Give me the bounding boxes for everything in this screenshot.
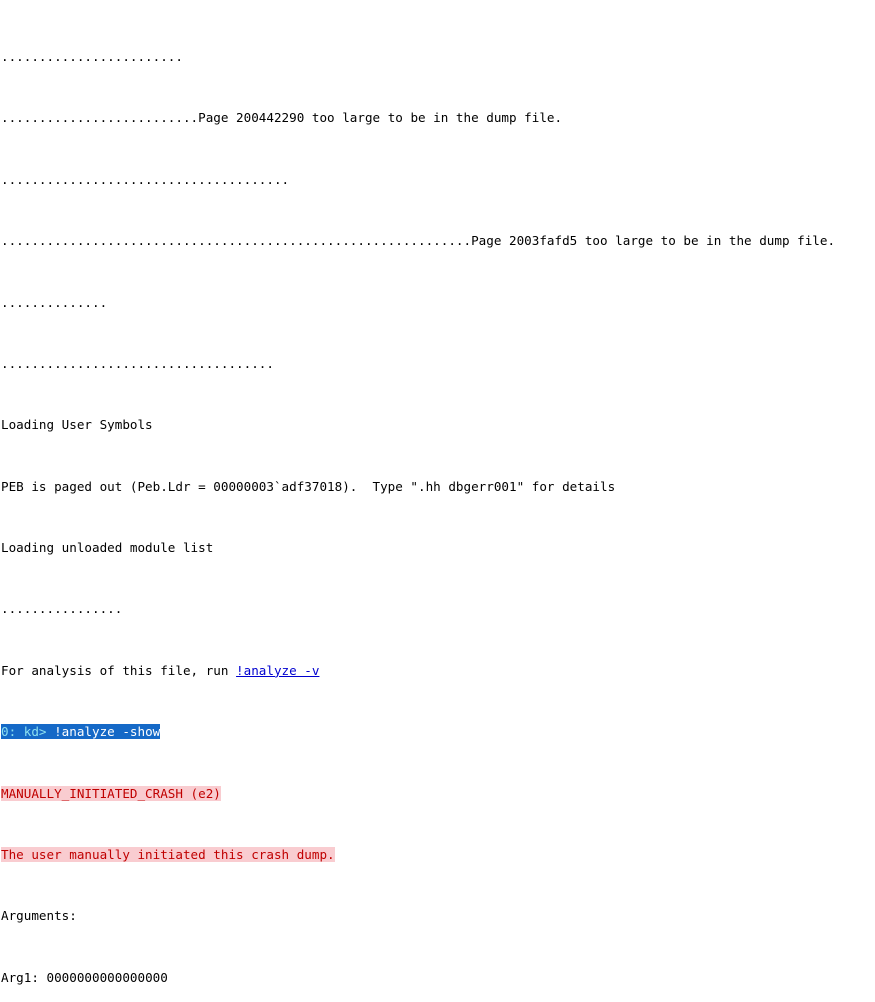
dots-text: ........................ [1, 49, 183, 65]
bugcheck-description-text: The user manually initiated this crash d… [1, 846, 335, 862]
prompt-command: !analyze -show [54, 724, 161, 740]
loading-unloaded-modules-line: Loading unloaded module list [1, 540, 875, 555]
debugger-command-output[interactable]: ........................ ...............… [0, 0, 875, 985]
dots-line-1: ........................ [1, 49, 875, 64]
bugcheck-description-line: The user manually initiated this crash d… [1, 846, 875, 862]
prompt-highlight: 0: kd> !analyze -show [1, 724, 161, 740]
analysis-hint-text: For analysis of this file, run [1, 662, 237, 678]
dots-line-6: .................................... [1, 356, 875, 371]
argument-value: 0000000000000000 [46, 969, 168, 985]
arguments-label-text: Arguments: [1, 908, 77, 924]
page-too-large-message: Page 200442290 too large to be in the du… [198, 110, 563, 126]
dots-line-5: .............. [1, 295, 875, 310]
dots-text: .......................... [1, 110, 199, 126]
dots-text: ........................................… [1, 233, 472, 249]
bugcheck-name-text: MANUALLY_INITIATED_CRASH (e2) [1, 785, 221, 801]
dots-text: .................................... [1, 355, 274, 371]
dots-text: ...................................... [1, 171, 290, 187]
loading-unloaded-modules-text: Loading unloaded module list [1, 540, 214, 556]
page-too-large-line-2: ........................................… [1, 233, 875, 248]
peb-paged-out-text: PEB is paged out (Peb.Ldr = 00000003`adf… [1, 478, 616, 494]
arguments-label-line: Arguments: [1, 908, 875, 923]
analysis-hint-line: For analysis of this file, run !analyze … [1, 663, 875, 678]
prompt-prefix: 0: kd> [1, 724, 55, 740]
page-too-large-message: Page 2003fafd5 too large to be in the du… [471, 233, 836, 249]
peb-paged-out-line: PEB is paged out (Peb.Ldr = 00000003`adf… [1, 479, 875, 494]
dots-line-7: ................ [1, 601, 875, 616]
bugcheck-name-line: MANUALLY_INITIATED_CRASH (e2) [1, 785, 875, 801]
analyze-v-link[interactable]: !analyze -v [236, 663, 319, 678]
dots-text: .............. [1, 294, 108, 310]
page-too-large-line-1: ..........................Page 200442290… [1, 110, 875, 125]
loading-user-symbols-text: Loading User Symbols [1, 417, 153, 433]
dots-text: ................ [1, 601, 123, 617]
argument-label: Arg1: [1, 969, 47, 985]
prompt-line-analyze-show: 0: kd> !analyze -show [1, 724, 875, 740]
loading-user-symbols-line: Loading User Symbols [1, 417, 875, 432]
argument-line: Arg1: 0000000000000000 [1, 970, 875, 985]
dots-line-3: ...................................... [1, 172, 875, 187]
